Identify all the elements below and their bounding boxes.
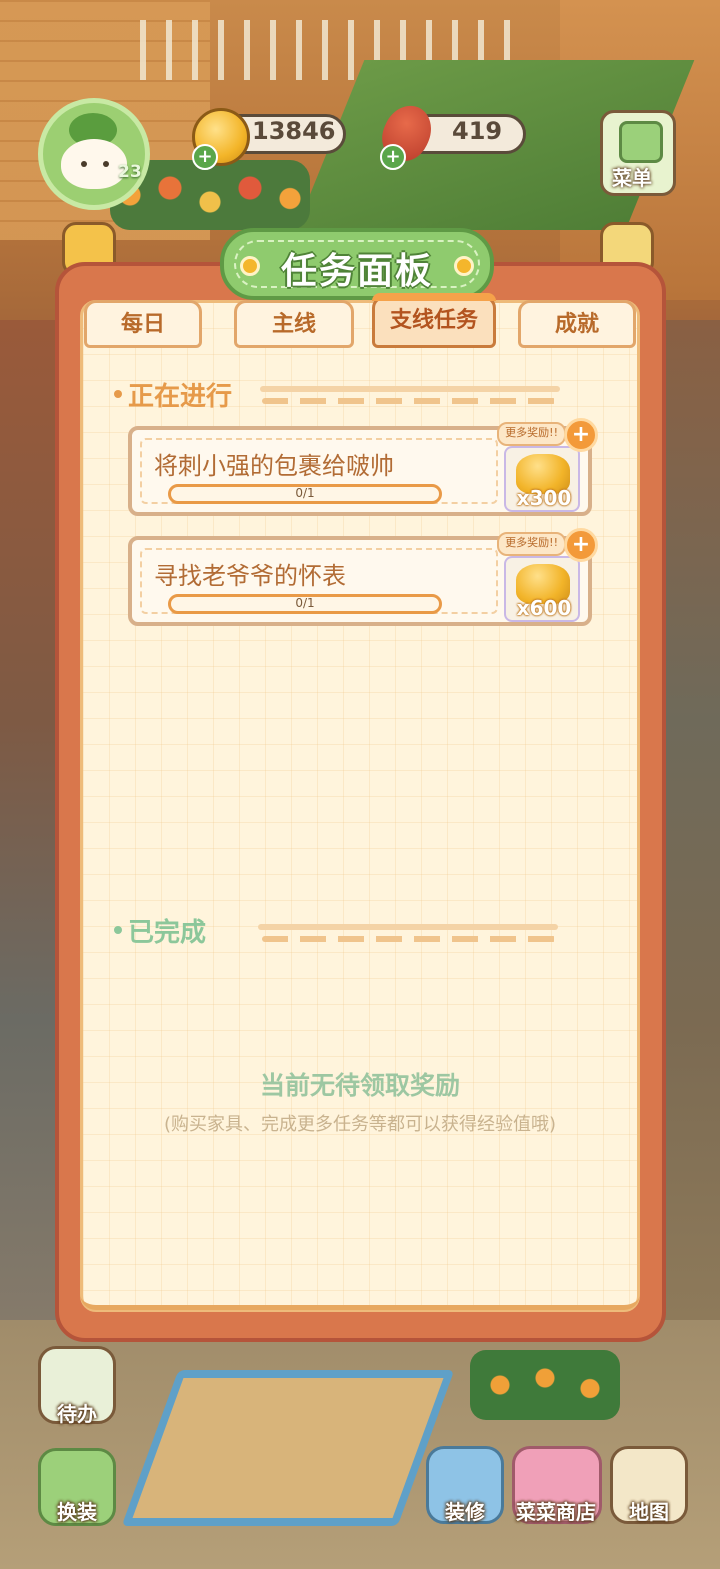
section-divider <box>262 936 556 942</box>
tab-main[interactable]: 主线 <box>234 300 354 348</box>
tab-daily[interactable]: 每日 <box>84 300 202 348</box>
empty-rewards-subtitle: (购买家具、完成更多任务等都可以获得经验值哦) <box>163 1114 557 1135</box>
empty-rewards-title: 当前无待领取奖励 <box>259 1071 460 1100</box>
tab-main-label: 主线 <box>271 312 316 337</box>
map-label: 地图 <box>629 1500 669 1524</box>
menu-icon <box>619 121 663 163</box>
scene-sandbox <box>121 1370 455 1526</box>
tab-achievements-label: 成就 <box>554 312 599 337</box>
food-count: 419 <box>452 117 503 145</box>
avatar-eye-icon <box>103 161 109 167</box>
dressup-label: 换装 <box>57 1500 97 1524</box>
reward-box[interactable]: x600 <box>504 556 580 622</box>
tab-achievements[interactable]: 成就 <box>518 300 636 348</box>
section-divider <box>258 924 558 930</box>
panel-title: 任务面板 <box>280 251 433 292</box>
section-divider <box>260 386 560 392</box>
tab-side-quests[interactable]: 支线任务 <box>372 293 496 348</box>
task-name: 寻找老爷爷的怀表 <box>154 562 346 590</box>
task-name: 将刺小强的包裹给啵帅 <box>154 452 394 480</box>
more-rewards-tag: 更多奖励!! <box>497 422 566 446</box>
more-rewards-plus-icon[interactable]: + <box>564 418 598 452</box>
section-in-progress-title: 正在进行 <box>128 382 233 412</box>
more-rewards-plus-icon[interactable]: + <box>564 528 598 562</box>
reward-box[interactable]: x300 <box>504 446 580 512</box>
section-divider <box>262 398 556 404</box>
shop-label: 菜菜商店 <box>516 1500 596 1524</box>
avatar-eye-icon <box>81 161 87 167</box>
coin-count: 13846 <box>252 117 336 145</box>
tab-daily-label: 每日 <box>120 312 165 337</box>
task-card[interactable]: 将刺小强的包裹给啵帅 0/1 x300 更多奖励!! + <box>128 418 598 516</box>
add-food-button[interactable]: + <box>380 144 406 170</box>
todo-label: 待办 <box>57 1402 97 1426</box>
section-bullet-icon <box>114 926 122 934</box>
more-rewards-tag: 更多奖励!! <box>497 532 566 556</box>
section-completed-title: 已完成 <box>128 918 207 948</box>
menu-label: 菜单 <box>612 166 652 190</box>
scene-plant-row <box>470 1350 620 1420</box>
task-progress-text: 0/1 <box>295 486 315 500</box>
add-coins-button[interactable]: + <box>192 144 218 170</box>
tab-side-quests-label: 支线任务 <box>389 308 478 333</box>
reward-amount: x300 <box>516 486 572 510</box>
player-avatar[interactable] <box>38 98 150 210</box>
task-card[interactable]: 寻找老爷爷的怀表 0/1 x600 更多奖励!! + <box>128 528 598 626</box>
player-level: 23 <box>118 162 142 182</box>
reward-amount: x600 <box>516 596 572 620</box>
section-bullet-icon <box>114 390 122 398</box>
task-progress-text: 0/1 <box>295 596 315 610</box>
decorate-label: 装修 <box>445 1500 485 1524</box>
paper-bottom-rim <box>80 1270 640 1310</box>
